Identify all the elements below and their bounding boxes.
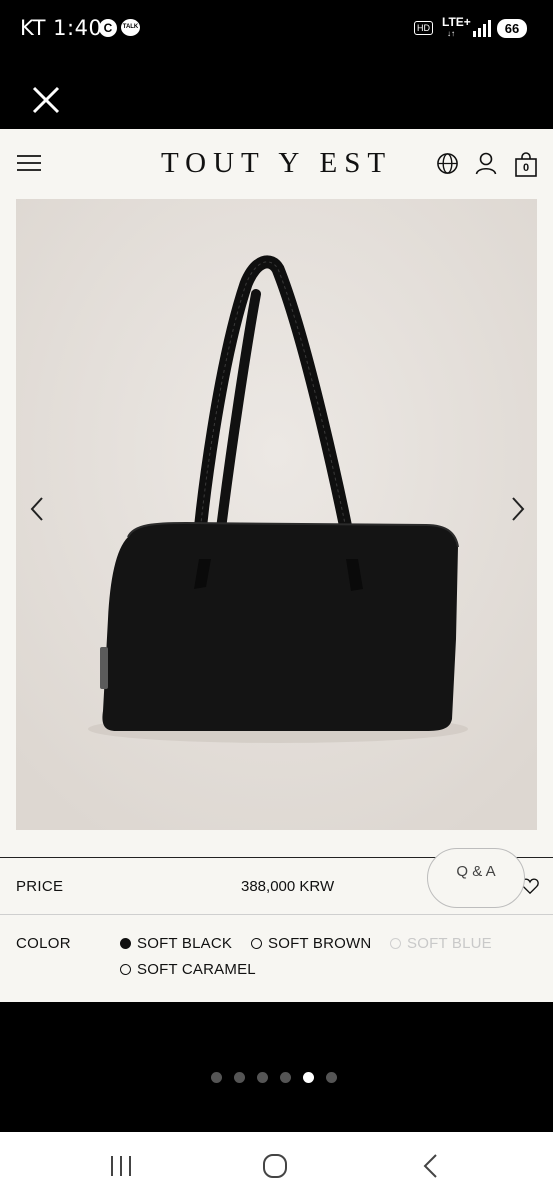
site-header: TOUT Y EST 0 [0, 129, 553, 199]
cart-count: 0 [522, 162, 530, 174]
product-image[interactable] [16, 199, 537, 830]
color-option-label: SOFT BROWN [268, 935, 372, 952]
c-notification-icon: C [99, 19, 117, 37]
radio-icon [390, 938, 401, 949]
color-option-soft-blue: SOFT BLUE [390, 935, 492, 952]
close-icon[interactable] [26, 80, 66, 120]
gallery-pager [211, 1072, 337, 1083]
next-image-arrow-icon[interactable] [505, 494, 529, 524]
color-option-label: SOFT BLACK [137, 935, 233, 952]
browser-top-bar [0, 58, 553, 129]
shoulder-bag-image [16, 199, 537, 830]
color-option-soft-black[interactable]: SOFT BLACK [120, 935, 232, 952]
hd-voice-icon: HD [414, 21, 433, 35]
color-option-label: SOFT CARAMEL [137, 961, 256, 978]
radio-icon [120, 964, 131, 975]
color-option-soft-caramel[interactable]: SOFT CARAMEL [120, 961, 256, 978]
home-icon[interactable] [262, 1153, 288, 1179]
image-viewer-footer [0, 1002, 553, 1132]
recent-apps-icon[interactable] [108, 1154, 134, 1178]
cart-button[interactable]: 0 [514, 152, 538, 178]
radio-icon [251, 938, 262, 949]
price-label: PRICE [16, 878, 64, 895]
account-icon[interactable] [475, 152, 497, 175]
back-icon[interactable] [420, 1153, 442, 1179]
pager-dot[interactable] [326, 1072, 337, 1083]
globe-icon[interactable] [436, 152, 459, 175]
hamburger-menu-icon[interactable] [16, 153, 42, 173]
color-option-soft-brown[interactable]: SOFT BROWN [251, 935, 371, 952]
network-type: LTE+ [442, 15, 471, 29]
previous-image-arrow-icon[interactable] [26, 494, 50, 524]
site-logo[interactable]: TOUT Y EST [120, 147, 433, 180]
status-carrier-time: KT 1:40 [20, 16, 103, 40]
battery-level: 66 [497, 19, 527, 38]
pager-dot[interactable] [211, 1072, 222, 1083]
pager-dot[interactable] [257, 1072, 268, 1083]
price-value: 388,000 KRW [241, 878, 335, 895]
pager-dot[interactable] [280, 1072, 291, 1083]
color-option-label: SOFT BLUE [407, 935, 492, 952]
system-navigation-bar [0, 1132, 553, 1200]
pager-dot-active[interactable] [303, 1072, 314, 1083]
color-label: COLOR [16, 935, 71, 952]
selected-radio-icon [120, 938, 131, 949]
status-bar: KT 1:40 C TALK HD LTE+ ↓↑ 66 [0, 0, 553, 58]
data-activity-icon: ↓↑ [447, 29, 455, 38]
pager-dot[interactable] [234, 1072, 245, 1083]
qa-button[interactable]: Q & A [427, 848, 525, 908]
signal-strength-icon [473, 20, 491, 37]
kakaotalk-notification-icon: TALK [121, 19, 140, 36]
